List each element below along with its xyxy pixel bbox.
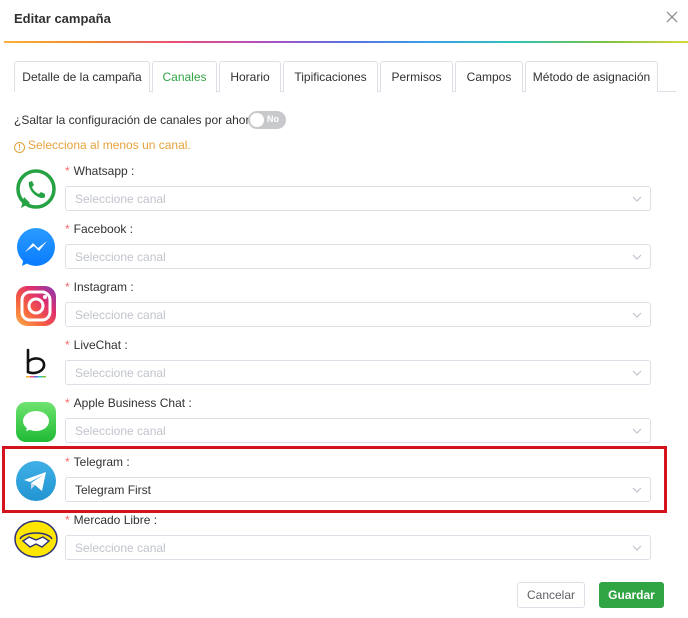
channel-label: * Apple Business Chat : — [65, 396, 192, 410]
channel-name: Facebook : — [73, 222, 134, 236]
channel-name: Whatsapp : — [73, 164, 135, 178]
required-mark: * — [65, 513, 70, 527]
skip-config-label: ¿Saltar la configuración de canales por … — [14, 113, 263, 127]
select-placeholder: Seleccione canal — [75, 308, 166, 322]
facebook-select[interactable]: Seleccione canal — [65, 244, 651, 269]
whatsapp-icon — [16, 169, 56, 209]
select-placeholder: Seleccione canal — [75, 250, 166, 264]
select-value: Telegram First — [75, 483, 152, 497]
channel-label: * Instagram : — [65, 280, 134, 294]
channel-label: * Telegram : — [65, 455, 130, 469]
tab-horario[interactable]: Horario — [219, 61, 281, 92]
channel-telegram: * Telegram : Telegram First — [0, 455, 688, 509]
warning-message: ! Selecciona al menos un canal. — [14, 138, 191, 153]
channel-facebook: * Facebook : Seleccione canal — [0, 222, 688, 276]
required-mark: * — [65, 280, 70, 294]
telegram-select[interactable]: Telegram First — [65, 477, 651, 502]
cancel-button[interactable]: Cancelar — [517, 582, 585, 608]
select-placeholder: Seleccione canal — [75, 541, 166, 555]
edit-campaign-dialog: Editar campaña Detalle de la campaña Can… — [0, 0, 688, 618]
channel-label: * Mercado Libre : — [65, 513, 157, 527]
channel-name: Mercado Libre : — [73, 513, 158, 527]
save-button[interactable]: Guardar — [599, 582, 664, 608]
tab-metodo-asignacion[interactable]: Método de asignación — [525, 61, 658, 92]
toggle-knob — [250, 113, 264, 127]
close-icon[interactable] — [664, 9, 680, 25]
whatsapp-select[interactable]: Seleccione canal — [65, 186, 651, 211]
channel-name: Apple Business Chat : — [73, 396, 192, 410]
tab-permisos[interactable]: Permisos — [380, 61, 453, 92]
chevron-down-icon — [632, 487, 642, 493]
select-placeholder: Seleccione canal — [75, 192, 166, 206]
required-mark: * — [65, 222, 70, 236]
chevron-down-icon — [632, 428, 642, 434]
required-mark: * — [65, 455, 70, 469]
chevron-down-icon — [632, 196, 642, 202]
channel-livechat: * LiveChat : Seleccione canal — [0, 338, 688, 392]
toggle-text: No — [267, 114, 279, 124]
channel-mercado-libre: * Mercado Libre : Seleccione canal — [0, 513, 688, 567]
channel-name: Instagram : — [73, 280, 134, 294]
channel-label: * Whatsapp : — [65, 164, 134, 178]
tab-tipificaciones[interactable]: Tipificaciones — [283, 61, 378, 92]
apple-business-chat-select[interactable]: Seleccione canal — [65, 418, 651, 443]
channel-instagram: * Instagram : Seleccione canal — [0, 280, 688, 334]
tab-detalle[interactable]: Detalle de la campaña — [14, 61, 150, 92]
livechat-icon — [26, 348, 46, 378]
livechat-select[interactable]: Seleccione canal — [65, 360, 651, 385]
tab-canales[interactable]: Canales — [152, 61, 217, 93]
channel-whatsapp: * Whatsapp : Seleccione canal — [0, 164, 688, 218]
dialog-title: Editar campaña — [14, 11, 111, 26]
instagram-select[interactable]: Seleccione canal — [65, 302, 651, 327]
channel-apple-business-chat: * Apple Business Chat : Seleccione canal — [0, 396, 688, 450]
channel-label: * Facebook : — [65, 222, 133, 236]
apple-messages-icon — [16, 402, 56, 442]
skip-config-toggle[interactable]: No — [248, 111, 286, 129]
select-placeholder: Seleccione canal — [75, 366, 166, 380]
channel-label: * LiveChat : — [65, 338, 128, 352]
channel-name: Telegram : — [73, 455, 130, 469]
warning-text: Selecciona al menos un canal. — [28, 138, 191, 152]
tab-bar: Detalle de la campaña Canales Horario Ti… — [14, 61, 676, 93]
chevron-down-icon — [632, 370, 642, 376]
messenger-icon — [17, 228, 55, 266]
dialog-header: Editar campaña — [0, 0, 688, 42]
chevron-down-icon — [632, 545, 642, 551]
chevron-down-icon — [632, 312, 642, 318]
required-mark: * — [65, 338, 70, 352]
header-divider — [4, 41, 688, 43]
tab-campos[interactable]: Campos — [455, 61, 523, 92]
warning-icon: ! — [14, 142, 25, 153]
telegram-icon — [16, 461, 56, 501]
mercadolibre-icon — [14, 520, 58, 558]
instagram-icon — [16, 286, 56, 326]
mercado-libre-select[interactable]: Seleccione canal — [65, 535, 651, 560]
required-mark: * — [65, 396, 70, 410]
chevron-down-icon — [632, 254, 642, 260]
required-mark: * — [65, 164, 70, 178]
channel-name: LiveChat : — [73, 338, 128, 352]
select-placeholder: Seleccione canal — [75, 424, 166, 438]
